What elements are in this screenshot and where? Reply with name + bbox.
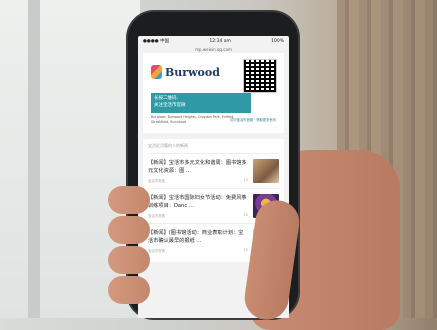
follow-prompt: 长按二维码, 关注宝活市官微 [151, 93, 251, 113]
news-title: 【新闻】宝活市多元文化和谐周：图书馆多元文化资源：图 ... [148, 160, 247, 174]
suburb-list: Burwood, Burwood Heights, Croydon Park, … [151, 115, 235, 124]
qr-code-icon[interactable] [243, 59, 277, 93]
status-bar: ●●●● 中国 12:34 am 100% [138, 36, 289, 46]
news-thumbnail [253, 159, 279, 183]
news-meta: 宝活市官微 15 [148, 248, 248, 253]
status-time: 12:34 am [209, 38, 231, 44]
official-account-link[interactable]: 访问宝活市官微 · 获取更多资讯 [230, 117, 276, 122]
signal-carrier: ●●●● 中国 [143, 39, 170, 44]
news-meta: 宝活市官微 15 [148, 178, 248, 183]
battery-level: 100% [271, 38, 284, 44]
news-count: 15 [243, 213, 248, 217]
finger-middle [108, 216, 150, 244]
feed-section-title: 宝活近月版的人的新闻 [148, 143, 188, 148]
brand-name: Burwood [165, 65, 220, 79]
news-source: 宝活市官微 [148, 179, 165, 183]
news-item[interactable]: 【新闻】宝活市多元文化和谐周：图书馆多元文化资源：图 ... 宝活市官微 15 [148, 153, 279, 188]
news-source: 宝活市官微 [148, 249, 165, 253]
news-count: 15 [243, 178, 248, 182]
burwood-logo: Burwood [151, 65, 220, 79]
follow-line-1: 长按二维码, [154, 96, 178, 101]
finger-little [108, 276, 150, 304]
finger-index [108, 186, 150, 214]
window-frame-bar [28, 0, 40, 318]
finger-ring [108, 246, 150, 274]
news-title: 【新闻】宝活市国际妇女节活动：免费风筝训练项目：Danc ... [148, 195, 247, 209]
burwood-logo-icon [151, 65, 162, 79]
news-item-text: 【新闻】(图书馆活动：商业表彰计划：宝活市确认最早的报纸 ... 宝活市官微 1… [148, 229, 248, 253]
url-bar[interactable]: mp.weixin.qq.com [138, 46, 289, 53]
news-count: 15 [243, 248, 248, 252]
follow-line-2: 关注宝活市官微 [154, 103, 186, 108]
news-meta: 宝活市官微 15 [148, 213, 248, 218]
news-item-text: 【新闻】宝活市国际妇女节活动：免费风筝训练项目：Danc ... 宝活市官微 1… [148, 194, 248, 218]
news-source: 宝活市官微 [148, 214, 165, 218]
news-title: 【新闻】(图书馆活动：商业表彰计划：宝活市确认最早的报纸 ... [148, 230, 244, 244]
burwood-banner: Burwood 长按二维码, 关注宝活市官微 Burwood, Burwood … [143, 53, 284, 133]
news-item-text: 【新闻】宝活市多元文化和谐周：图书馆多元文化资源：图 ... 宝活市官微 15 [148, 159, 248, 183]
